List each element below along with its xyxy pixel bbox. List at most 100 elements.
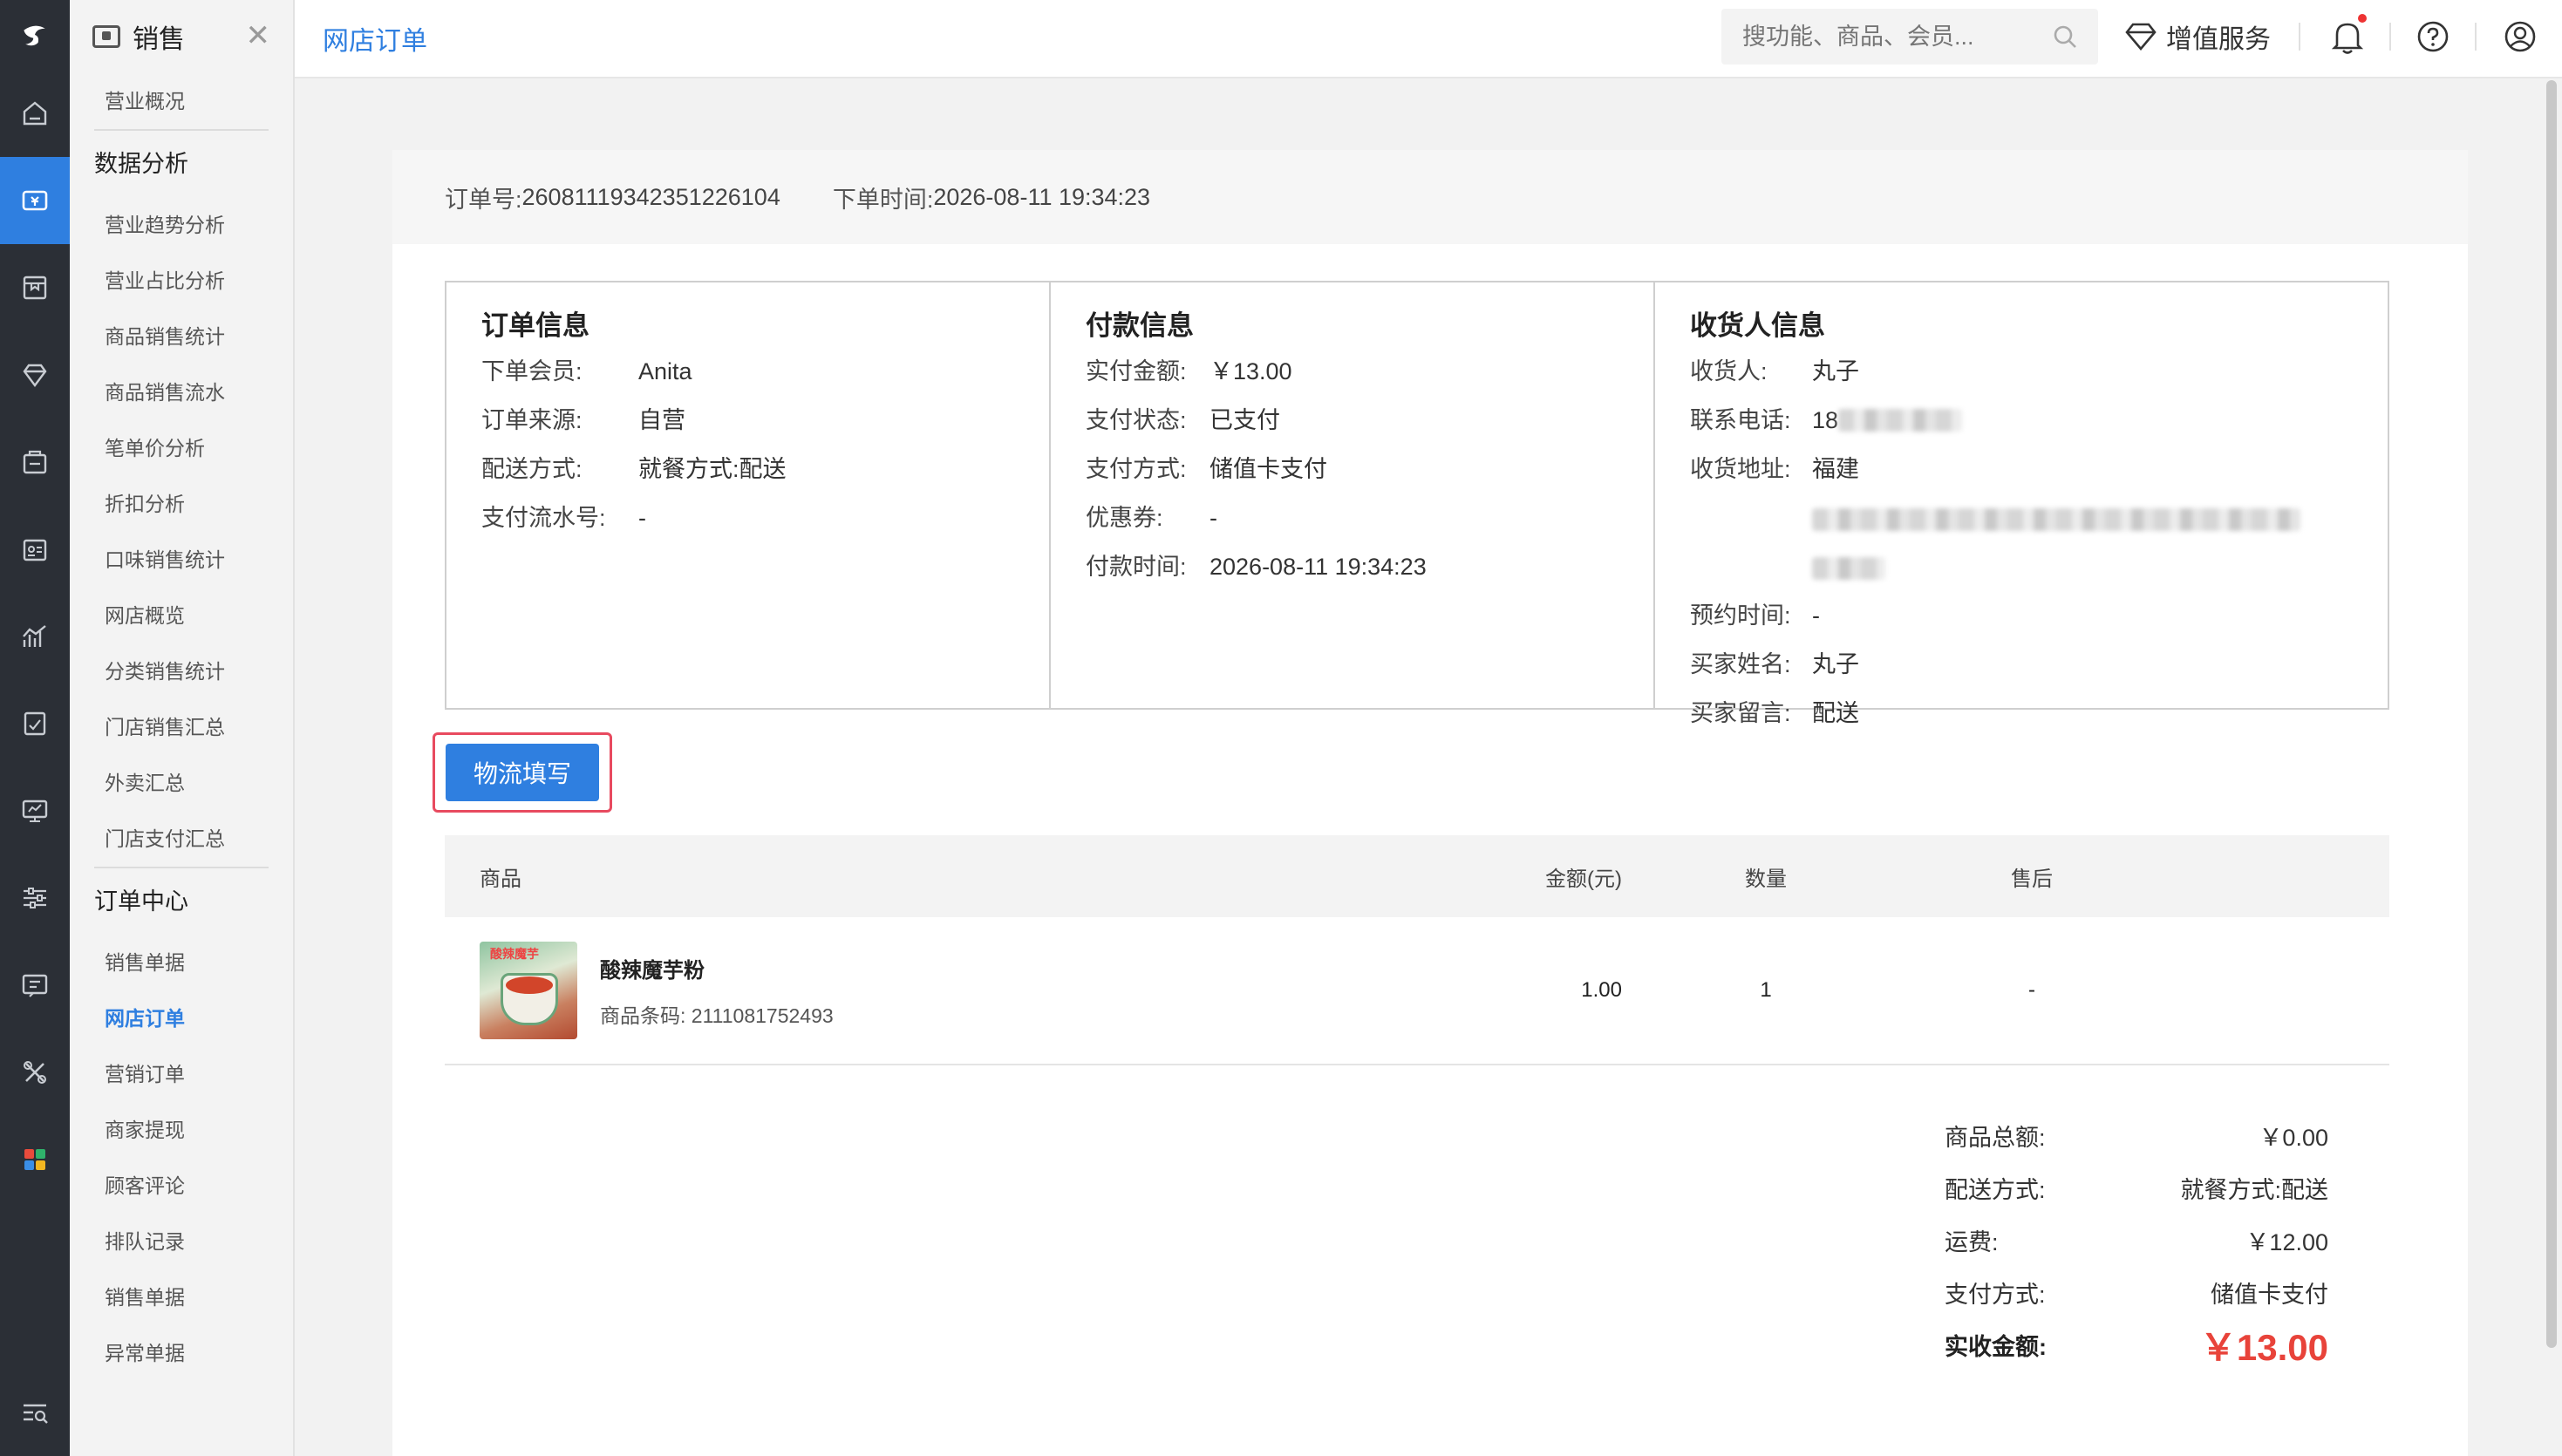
logo-icon[interactable] [0,0,70,70]
product-after-sale: - [2028,978,2035,1002]
info-value: - [1209,505,1217,531]
sidebar-menu: 营业概况 数据分析 营业趋势分析 营业占比分析 商品销售统计 商品销售流水 笔单价分析 折扣分… [70,73,293,1381]
search-input[interactable] [1721,9,2027,65]
logistics-fill-button[interactable]: 物流填写 [446,744,599,801]
info-value: 已支付 [1209,407,1280,433]
sidebar-item[interactable]: 销售单据 [70,1269,293,1325]
col-product: 商品 [480,867,521,891]
marketing-icon[interactable] [0,418,70,506]
buyer-name-row: 买家姓名: 丸子 [1690,640,2353,689]
summary-row: 运费: ￥12.00 [1945,1214,2328,1266]
receiver-name-label: 收货人: [1690,358,1768,384]
product-name: 酸辣魔芋粉 [600,958,705,983]
sidebar-item[interactable]: 排队记录 [70,1214,293,1269]
page-scrollbar[interactable] [2546,80,2557,1348]
receiver-phone: 18 [1812,407,1839,433]
sidebar-item[interactable]: 商品销售统计 [70,309,293,364]
finance-icon[interactable] [0,680,70,767]
sidebar-item[interactable]: 网店订单 [70,990,293,1046]
sales-icon[interactable] [0,157,70,244]
order-summary: 商品总额: ￥0.00 配送方式: 就餐方式:配送 运费: ￥12.00 支付方式: 储值卡支… [1945,1109,2328,1371]
sidebar-item[interactable]: 外卖汇总 [70,755,293,811]
info-value: 就餐方式:配送 [638,456,787,482]
sidebar-item[interactable]: 笔单价分析 [70,420,293,476]
receiver-name-row: 收货人: 丸子 [1690,347,2353,396]
info-row: 支付状态: 已支付 [1086,396,1618,445]
sidebar-item[interactable]: 营业占比分析 [70,253,293,309]
info-row: 支付流水号: - [481,493,1014,542]
member-icon[interactable] [0,331,70,418]
sidebar-item[interactable]: 营业趋势分析 [70,197,293,253]
device-icon[interactable] [0,767,70,854]
sidebar-item[interactable]: 门店销售汇总 [70,699,293,755]
icon-rail [0,0,70,1456]
info-value: ￥13.00 [1209,358,1292,384]
payment-info-panel: 付款信息 实付金额: ￥13.00 支付状态: 已支付 支付方式: 储值卡支付 优惠券: - 付… [1051,282,1655,708]
sidebar-item[interactable]: 折扣分析 [70,476,293,532]
info-key: 支付流水号: [481,505,606,531]
sidebar-item[interactable]: 网店概览 [70,588,293,643]
tools-icon[interactable] [0,1029,70,1116]
sidebar-item[interactable]: 口味销售统计 [70,532,293,588]
product-amount: 1.00 [1581,978,1622,1002]
order-time-label: 下单时间: [832,186,934,213]
user-avatar-icon[interactable] [2503,19,2538,58]
payment-info-title: 付款信息 [1086,310,1194,341]
sidebar-item[interactable]: 商家提现 [70,1102,293,1158]
sidebar-header: 销售 ✕ [70,0,293,73]
staff-icon[interactable] [0,506,70,593]
info-row: 订单来源: 自营 [481,396,1014,445]
product-image: 酸辣魔芋 [480,942,577,1039]
sidebar-item[interactable]: 异常单据 [70,1325,293,1381]
settings-icon[interactable] [0,854,70,942]
sidebar-module-title: 销售 [133,25,185,54]
search-icon[interactable] [2051,23,2079,55]
sidebar-item[interactable]: 营业概况 [70,73,293,129]
total-label: 实收金额: [1945,1333,2047,1360]
redacted-address [1812,507,2300,531]
notification-bell-icon[interactable] [2330,14,2367,60]
info-panels: 订单信息 下单会员: Anita 订单来源: 自营 配送方式: 就餐方式:配送 支付流水号:… [445,281,2389,726]
col-after-sale: 售后 [2011,867,2053,891]
buyer-name: 丸子 [1812,651,1859,677]
summary-value: 储值卡支付 [2211,1281,2328,1308]
order-detail-panel: 订单号: 26081119342351226104 下单时间: 2026-08-… [392,150,2468,1456]
order-info-title: 订单信息 [481,310,589,341]
buyer-name-label: 买家姓名: [1690,651,1791,677]
product-table: 商品 金额(元) 数量 售后 酸辣魔芋 酸辣魔芋粉 商品条码: 21110817… [445,835,2389,1065]
report-icon[interactable] [0,593,70,680]
info-key: 下单会员: [481,358,583,384]
info-key: 订单来源: [481,407,583,433]
receiver-address-row: 收货地址: 福建 [1690,445,2353,591]
receiver-address-label: 收货地址: [1690,456,1791,482]
secondary-sidebar: 销售 ✕ 营业概况 数据分析 营业趋势分析 营业占比分析 商品销售统计 商品销售流水 笔单价… [70,0,295,1456]
product-barcode: 商品条码: 2111081752493 [600,999,834,1029]
product-qty: 1 [1760,978,1772,1002]
sidebar-item[interactable]: 销售单据 [70,935,293,990]
total-amount: ￥13.00 [2199,1326,2328,1368]
sidebar-item[interactable]: 营销订单 [70,1046,293,1102]
apps-icon[interactable] [0,1116,70,1203]
help-icon[interactable] [2416,19,2450,58]
table-row: 酸辣魔芋 酸辣魔芋粉 商品条码: 2111081752493 1.00 1 - [445,917,2389,1065]
info-row: 支付方式: 储值卡支付 [1086,445,1618,493]
message-icon[interactable] [0,942,70,1029]
info-key: 优惠券: [1086,505,1163,531]
receiver-name: 丸子 [1812,358,1859,384]
sidebar-item[interactable]: 商品销售流水 [70,364,293,420]
info-key: 配送方式: [481,456,583,482]
close-icon[interactable]: ✕ [246,21,271,51]
order-time: 2026-08-11 19:34:23 [933,183,1151,210]
collapse-menu-icon[interactable] [0,1369,70,1456]
vip-service-button[interactable]: 增值服务 [2124,17,2271,56]
home-icon[interactable] [0,70,70,157]
summary-row: 配送方式: 就餐方式:配送 [1945,1161,2328,1214]
appointment-label: 预约时间: [1690,602,1791,629]
info-key: 支付方式: [1086,456,1187,482]
goods-icon[interactable] [0,244,70,331]
logo-icon [24,25,45,46]
sidebar-item[interactable]: 门店支付汇总 [70,811,293,867]
info-value: 2026-08-11 19:34:23 [1209,554,1427,580]
sidebar-item[interactable]: 顾客评论 [70,1158,293,1214]
sidebar-item[interactable]: 分类销售统计 [70,643,293,699]
